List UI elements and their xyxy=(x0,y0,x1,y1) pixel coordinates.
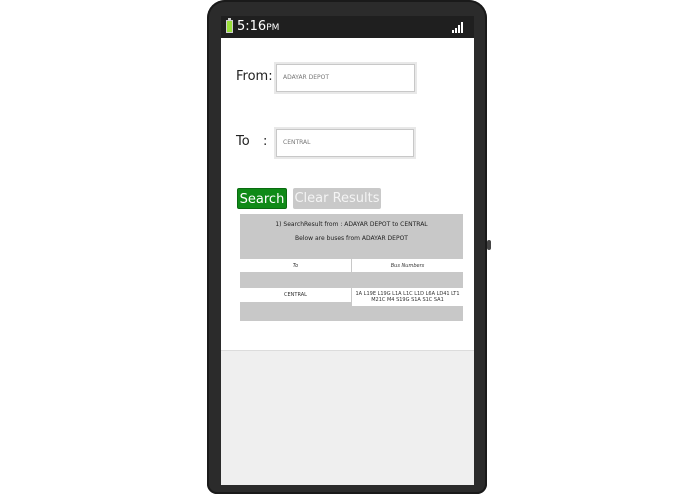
status-time: 5:16 xyxy=(237,19,267,34)
from-label: From: xyxy=(236,69,273,84)
column-header-bus-numbers: Bus Numbers xyxy=(352,259,463,272)
clear-results-button[interactable]: Clear Results xyxy=(293,188,381,209)
status-time-suffix: PM xyxy=(266,23,280,33)
status-bar: 5:16PM xyxy=(221,16,474,38)
side-button xyxy=(487,240,491,250)
to-input[interactable]: CENTRAL xyxy=(276,129,414,157)
table-row-bus-numbers: 1A L19E L19G L1A L1C L1D L6A LD41 LT1 M2… xyxy=(352,288,463,306)
battery-icon xyxy=(226,18,233,33)
to-label: To xyxy=(236,134,250,149)
to-colon: : xyxy=(263,134,268,149)
signal-icon xyxy=(452,21,466,33)
status-clock: 5:16PM xyxy=(237,18,279,37)
screen-empty-area xyxy=(221,350,474,485)
results-panel: 1) SearchResult from : ADAYAR DEPOT to C… xyxy=(240,214,463,321)
column-header-to: To xyxy=(240,259,351,272)
from-input[interactable]: ADAYAR DEPOT xyxy=(276,64,415,92)
result-summary: 1) SearchResult from : ADAYAR DEPOT to C… xyxy=(275,221,428,228)
search-button[interactable]: Search xyxy=(237,188,287,209)
result-subtitle: Below are buses from ADAYAR DEPOT xyxy=(295,235,408,242)
table-row-to: CENTRAL xyxy=(240,288,351,302)
